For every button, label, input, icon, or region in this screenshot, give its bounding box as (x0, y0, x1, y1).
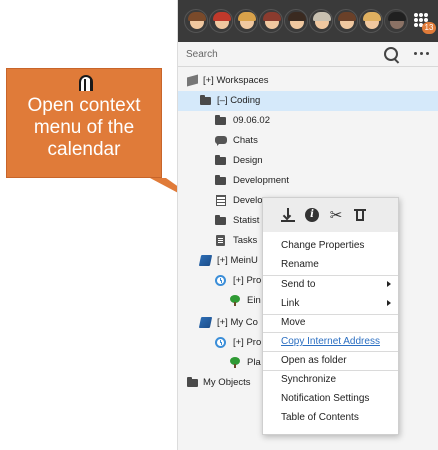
tree-item-label: Design (233, 155, 263, 166)
more-options-icon[interactable] (414, 52, 430, 56)
submenu-arrow-icon (387, 300, 391, 306)
tree-item-label: Tasks (233, 235, 258, 246)
notebook-icon (200, 255, 212, 266)
folder-icon (215, 155, 227, 166)
tree-item-label: Development (233, 175, 289, 186)
tree-item-label: [+] Pro (233, 337, 262, 348)
menu-item-notification-settings[interactable]: Notification Settings (263, 389, 398, 408)
menu-item-change-properties[interactable]: Change Properties (263, 236, 398, 255)
folder-icon (215, 115, 227, 126)
folder-icon (215, 215, 227, 226)
tutorial-callout: Open context menu of the calendar (6, 68, 162, 178)
avatar-bar: 13 (178, 0, 438, 42)
user-avatar[interactable] (309, 9, 333, 33)
chat-icon (215, 135, 227, 146)
notebook-icon (200, 317, 212, 328)
tree-item-label: 09.06.02 (233, 115, 270, 126)
tree-item-label: [+] Pro (233, 275, 262, 286)
user-avatar[interactable] (334, 9, 358, 33)
scissors-icon[interactable]: ✂ (329, 208, 343, 223)
tree-item-label: [+] Workspaces (203, 75, 269, 86)
tree-item-label: Pla (247, 357, 261, 368)
trash-icon[interactable] (353, 208, 367, 222)
menu-item-open-as-folder[interactable]: Open as folder (263, 351, 398, 370)
user-avatar[interactable] (184, 9, 208, 33)
user-avatar[interactable] (359, 9, 383, 33)
menu-item-rename[interactable]: Rename (263, 255, 398, 274)
folder-icon (215, 175, 227, 186)
menu-item-label: Send to (281, 279, 316, 290)
calendar-icon (215, 195, 227, 206)
tree-item-label: Ein (247, 295, 261, 306)
clock-icon (215, 275, 227, 286)
tree-icon (229, 357, 241, 368)
submenu-arrow-icon (387, 281, 391, 287)
menu-item-label: Link (281, 298, 300, 309)
tree-item-label: Chats (233, 135, 258, 146)
user-avatar[interactable] (234, 9, 258, 33)
context-menu: i ✂ Change Properties Rename Send to Lin… (262, 197, 399, 435)
user-avatar[interactable] (284, 9, 308, 33)
search-input[interactable] (186, 46, 376, 62)
tree-item-label: Develo (233, 195, 263, 206)
workspaces-icon (187, 75, 199, 86)
tree-item-coding[interactable]: [–] Coding (178, 91, 438, 111)
tree-item-label: Statist (233, 215, 260, 226)
menu-item-table-of-contents[interactable]: Table of Contents (263, 408, 398, 427)
menu-item-link[interactable]: Link (263, 294, 398, 313)
clock-icon (215, 337, 227, 348)
folder-icon (200, 95, 212, 106)
search-bar (178, 42, 438, 66)
callout-text: Open context menu of the calendar (27, 95, 141, 160)
tree-item-development[interactable]: Development (178, 171, 438, 191)
divider (178, 66, 438, 67)
tree-icon (229, 295, 241, 306)
search-icon[interactable] (384, 47, 398, 61)
tree-item-label: [+] My Co (217, 317, 258, 328)
menu-item-copy-internet-address[interactable]: Copy Internet Address (263, 332, 398, 351)
tree-item-design[interactable]: Design (178, 151, 438, 171)
task-list-icon (215, 235, 227, 246)
user-avatar[interactable] (384, 9, 408, 33)
menu-item-move[interactable]: Move (263, 313, 398, 332)
info-icon[interactable]: i (305, 208, 319, 222)
context-menu-toolbar: i ✂ (263, 198, 398, 232)
menu-item-send-to[interactable]: Send to (263, 275, 398, 294)
folder-icon (187, 377, 199, 388)
notification-badge: 13 (422, 22, 436, 34)
tree-item-chats[interactable]: Chats (178, 131, 438, 151)
tree-item-label: [–] Coding (217, 95, 261, 106)
tree-item-date-folder[interactable]: 09.06.02 (178, 111, 438, 131)
tree-item-label: My Objects (203, 377, 251, 388)
tree-item-label: [+] MeinU (217, 255, 258, 266)
download-icon[interactable] (281, 208, 295, 222)
user-avatar[interactable] (259, 9, 283, 33)
online-status-icon (202, 29, 207, 32)
menu-item-synchronize[interactable]: Synchronize (263, 370, 398, 389)
user-avatar[interactable] (209, 9, 233, 33)
tree-item-workspaces[interactable]: [+] Workspaces (178, 71, 438, 91)
mouse-right-click-icon (79, 75, 93, 91)
